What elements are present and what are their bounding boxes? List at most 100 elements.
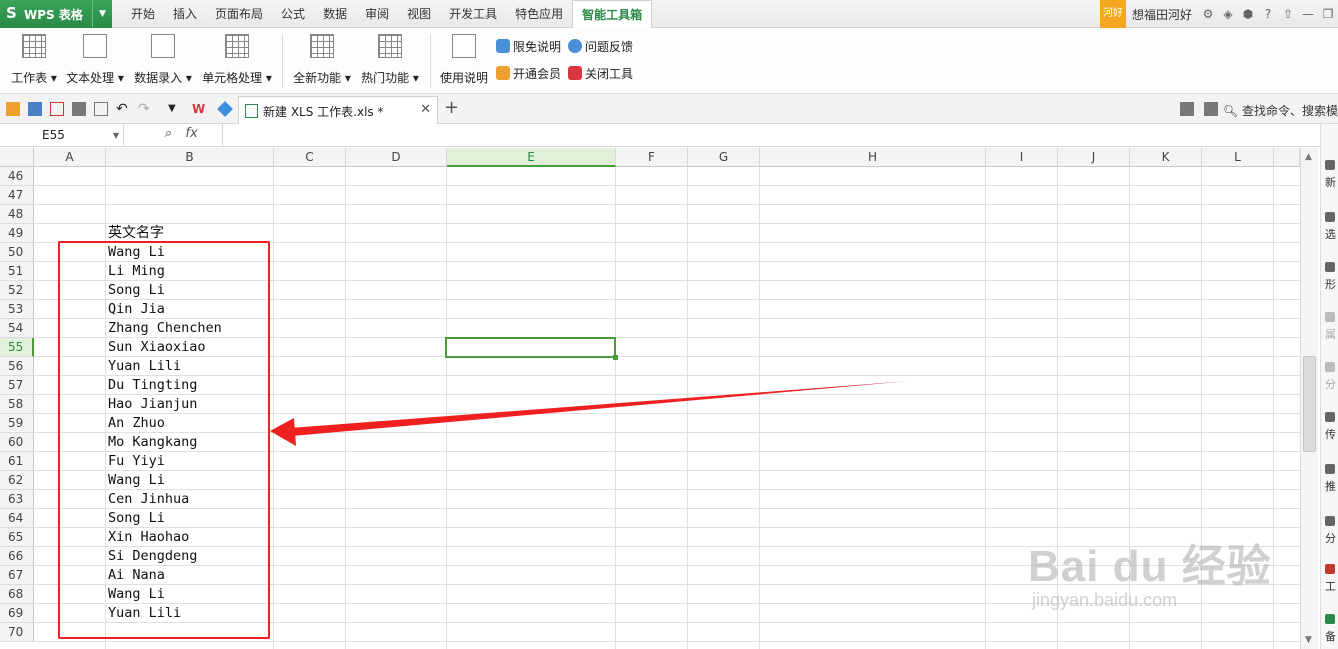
row-header[interactable]: 65 bbox=[0, 528, 34, 547]
sidebar-item-new[interactable]: 新 bbox=[1325, 160, 1338, 190]
row-header[interactable]: 49 bbox=[0, 224, 34, 243]
row-header[interactable]: 47 bbox=[0, 186, 34, 205]
column-header[interactable]: H bbox=[760, 148, 986, 167]
row-header[interactable]: 70 bbox=[0, 623, 34, 642]
tab-view[interactable]: 视图 bbox=[398, 0, 440, 28]
column-header[interactable]: F bbox=[616, 148, 688, 167]
row-header[interactable]: 51 bbox=[0, 262, 34, 281]
chevron-down-icon[interactable]: ▼ bbox=[113, 125, 119, 146]
row-header[interactable]: 59 bbox=[0, 414, 34, 433]
cloud-cube-icon[interactable] bbox=[217, 101, 233, 117]
tab-page-layout[interactable]: 页面布局 bbox=[206, 0, 272, 28]
tab-developer[interactable]: 开发工具 bbox=[440, 0, 506, 28]
document-tab[interactable]: 新建 XLS 工作表.xls * ✕ bbox=[238, 96, 438, 124]
usage-guide-button[interactable]: 使用说明 bbox=[440, 34, 488, 86]
feedback-icon[interactable] bbox=[1204, 102, 1218, 116]
column-header[interactable]: L bbox=[1202, 148, 1274, 167]
row-header[interactable]: 67 bbox=[0, 566, 34, 585]
tab-insert[interactable]: 插入 bbox=[164, 0, 206, 28]
column-header[interactable]: B bbox=[106, 148, 274, 167]
row-header[interactable]: 60 bbox=[0, 433, 34, 452]
row-header[interactable]: 57 bbox=[0, 376, 34, 395]
new-features-button[interactable]: 全新功能 ▾ bbox=[293, 34, 351, 86]
scrollbar-thumb[interactable] bbox=[1303, 356, 1316, 452]
row-header[interactable]: 56 bbox=[0, 357, 34, 376]
row-header[interactable]: 68 bbox=[0, 585, 34, 604]
sidebar-item-split[interactable]: 分 bbox=[1325, 362, 1338, 392]
open-membership-button[interactable]: 开通会员 bbox=[496, 65, 561, 82]
video-icon[interactable] bbox=[1180, 102, 1194, 116]
row-header[interactable]: 64 bbox=[0, 509, 34, 528]
function-icon[interactable]: fx bbox=[185, 126, 197, 141]
column-header-selected[interactable]: E bbox=[447, 148, 616, 167]
sidebar-item-backup[interactable]: 备 bbox=[1325, 614, 1338, 644]
zoom-icon[interactable]: ⌕ bbox=[164, 126, 171, 141]
sidebar-item-property[interactable]: 属 bbox=[1325, 312, 1338, 342]
sidebar-item-tools[interactable]: 工 bbox=[1325, 564, 1338, 594]
text-processing-button[interactable]: 文本处理 ▾ bbox=[66, 34, 124, 86]
tab-data[interactable]: 数据 bbox=[314, 0, 356, 28]
user-name[interactable]: 想福田河好 bbox=[1126, 6, 1198, 23]
upload-icon[interactable]: ⇧ bbox=[1278, 7, 1298, 21]
name-box[interactable]: E55 ▼ bbox=[0, 125, 124, 146]
scroll-up-icon[interactable]: ▲ bbox=[1305, 152, 1312, 162]
hot-features-button[interactable]: 热门功能 ▾ bbox=[361, 34, 419, 86]
tab-special[interactable]: 特色应用 bbox=[506, 0, 572, 28]
minimize-icon[interactable]: — bbox=[1298, 7, 1318, 21]
close-tab-icon[interactable]: ✕ bbox=[420, 102, 431, 117]
new-tab-button[interactable]: + bbox=[444, 97, 459, 118]
select-all-corner[interactable] bbox=[0, 148, 34, 167]
row-header[interactable]: 69 bbox=[0, 604, 34, 623]
help-icon[interactable]: ? bbox=[1258, 7, 1278, 21]
sidebar-item-share[interactable]: 分 bbox=[1325, 516, 1338, 546]
feedback-button[interactable]: 问题反馈 bbox=[568, 38, 633, 55]
export-pdf-icon[interactable] bbox=[50, 102, 64, 116]
column-header[interactable]: G bbox=[688, 148, 760, 167]
scroll-down-icon[interactable]: ▼ bbox=[1305, 635, 1312, 645]
chevron-down-icon[interactable]: ▼ bbox=[92, 0, 112, 28]
print-icon[interactable] bbox=[72, 102, 86, 116]
row-header[interactable]: 58 bbox=[0, 395, 34, 414]
row-header-selected[interactable]: 55 bbox=[0, 338, 34, 357]
close-tool-button[interactable]: 关闭工具 bbox=[568, 65, 633, 82]
column-header[interactable]: C bbox=[274, 148, 346, 167]
share-icon[interactable]: ⬢ bbox=[1238, 7, 1258, 21]
sidebar-item-select[interactable]: 选 bbox=[1325, 212, 1338, 242]
column-header[interactable]: I bbox=[986, 148, 1058, 167]
worksheet-button[interactable]: 工作表 ▾ bbox=[10, 34, 58, 86]
settings-icon[interactable]: ⚙ bbox=[1198, 7, 1218, 21]
row-header[interactable]: 46 bbox=[0, 167, 34, 186]
row-header[interactable]: 52 bbox=[0, 281, 34, 300]
column-header[interactable]: D bbox=[346, 148, 447, 167]
tab-review[interactable]: 审阅 bbox=[356, 0, 398, 28]
data-entry-button[interactable]: 数据录入 ▾ bbox=[134, 34, 192, 86]
open-folder-icon[interactable] bbox=[6, 102, 20, 116]
redo-icon[interactable]: ↷ bbox=[138, 102, 152, 116]
tab-formulas[interactable]: 公式 bbox=[272, 0, 314, 28]
sidebar-item-shape[interactable]: 形 bbox=[1325, 262, 1338, 292]
command-search[interactable]: 🔍︎ 查找命令、搜索模 bbox=[1223, 102, 1338, 119]
wps-w-icon[interactable]: W bbox=[192, 102, 206, 116]
row-header[interactable]: 62 bbox=[0, 471, 34, 490]
row-header[interactable]: 53 bbox=[0, 300, 34, 319]
vertical-scrollbar[interactable]: ▲ ▼ bbox=[1300, 148, 1318, 649]
row-header[interactable]: 61 bbox=[0, 452, 34, 471]
undo-icon[interactable]: ↶ bbox=[116, 102, 130, 116]
skin-icon[interactable]: ◈ bbox=[1218, 7, 1238, 21]
sidebar-item-recommend[interactable]: 推 bbox=[1325, 464, 1338, 494]
save-icon[interactable] bbox=[28, 102, 42, 116]
column-header[interactable]: K bbox=[1130, 148, 1202, 167]
row-header[interactable]: 63 bbox=[0, 490, 34, 509]
row-header[interactable]: 48 bbox=[0, 205, 34, 224]
row-header[interactable]: 54 bbox=[0, 319, 34, 338]
print-preview-icon[interactable] bbox=[94, 102, 108, 116]
chevron-down-icon[interactable]: ▼ bbox=[168, 102, 182, 116]
sidebar-item-transfer[interactable]: 传 bbox=[1325, 412, 1338, 442]
app-menu-button[interactable]: S WPS 表格 ▼ bbox=[0, 0, 112, 28]
column-header[interactable]: A bbox=[34, 148, 106, 167]
tab-home[interactable]: 开始 bbox=[122, 0, 164, 28]
row-header[interactable]: 66 bbox=[0, 547, 34, 566]
column-header[interactable]: J bbox=[1058, 148, 1130, 167]
column-header[interactable] bbox=[1274, 148, 1300, 167]
cell-processing-button[interactable]: 单元格处理 ▾ bbox=[202, 34, 272, 86]
